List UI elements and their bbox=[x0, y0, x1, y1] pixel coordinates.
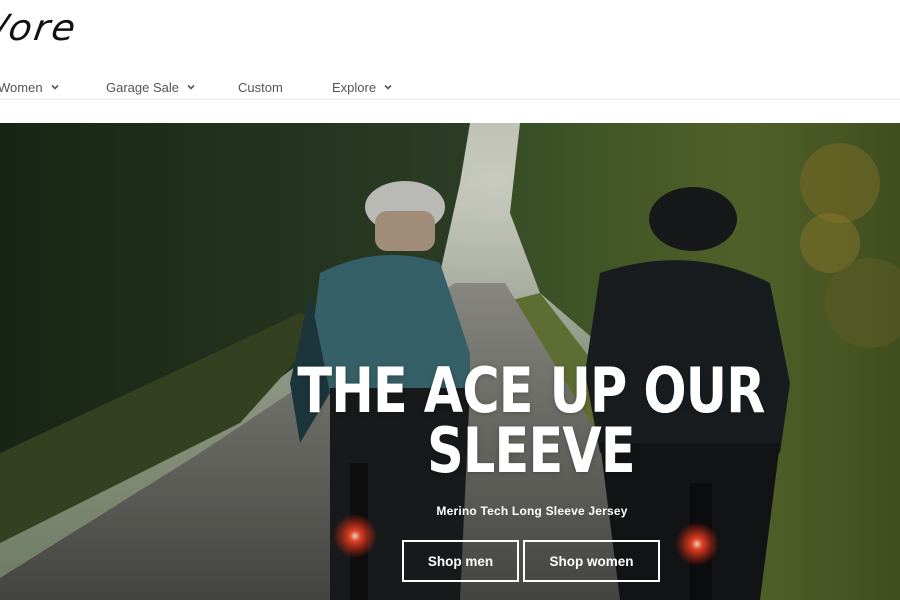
nav-divider bbox=[0, 99, 900, 100]
shop-women-button[interactable]: Shop women bbox=[523, 540, 660, 582]
chevron-down-icon bbox=[384, 84, 392, 90]
shop-men-button[interactable]: Shop men bbox=[402, 540, 519, 582]
nav-item-garage-sale[interactable]: Garage Sale bbox=[106, 78, 196, 96]
hero-headline: THE ACE UP OUR SLEEVE bbox=[96, 354, 834, 487]
brand-logo[interactable]: /ore bbox=[0, 8, 80, 49]
chevron-down-icon bbox=[187, 84, 195, 90]
nav-item-label: Garage Sale bbox=[106, 79, 179, 95]
nav-item-women[interactable]: Women bbox=[0, 78, 60, 96]
hero-headline-line1: THE ACE UP OUR bbox=[297, 354, 765, 427]
nav-item-label: Explore bbox=[332, 79, 377, 95]
hero-banner: THE ACE UP OUR SLEEVE Merino Tech Long S… bbox=[0, 123, 900, 600]
chevron-down-icon bbox=[50, 84, 59, 90]
main-nav: Women Garage Sale Custom Explore bbox=[0, 78, 900, 96]
site-header: /ore Women Garage Sale Custom Explore bbox=[0, 0, 900, 123]
nav-item-label: Custom bbox=[238, 79, 283, 95]
nav-item-label: Women bbox=[0, 79, 43, 95]
nav-item-explore[interactable]: Explore bbox=[332, 78, 393, 96]
hero-subtitle: Merino Tech Long Sleeve Jersey bbox=[436, 504, 628, 518]
nav-item-custom[interactable]: Custom bbox=[238, 78, 283, 96]
hero-headline-line2: SLEEVE bbox=[427, 414, 635, 487]
